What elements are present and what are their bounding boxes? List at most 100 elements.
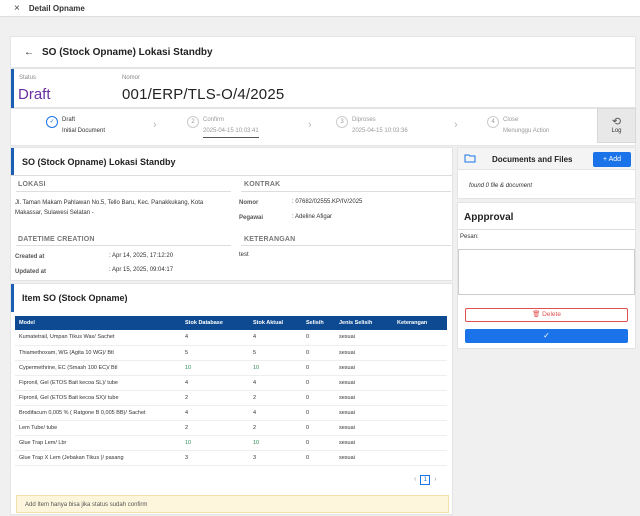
pegawai-val: : Adeline Afigar	[292, 214, 333, 220]
detail-accent-bar	[11, 148, 14, 175]
table-cell	[393, 435, 447, 451]
step-subtitle: Initial Document	[62, 128, 106, 134]
check-icon: ✓	[46, 116, 58, 128]
divider	[241, 245, 451, 246]
items-title: Item SO (Stock Opname)	[22, 293, 128, 303]
step-subtitle: 2025-04-15 10:03:36	[352, 128, 408, 134]
status-panel: Status Draft Nomor 001/ERP/TLS-O/4/2025	[10, 68, 636, 109]
status-value: Draft	[18, 86, 51, 103]
updated-val: : Apr 15, 2025, 09:04:17	[109, 267, 174, 273]
status-accent-bar	[11, 69, 14, 109]
table-cell	[393, 405, 447, 421]
table-cell	[393, 345, 447, 361]
table-row: Glue Trap Lem/ Lbr 10 10 0 sesuai	[15, 435, 447, 451]
created-key: Created at	[15, 254, 45, 260]
delete-button[interactable]: 🗑 Delete	[465, 308, 628, 322]
nomor-val: : 07682/02555.KP/IV/2025	[292, 199, 363, 205]
table-cell: Fipronil, Gel (ETOS Bait kecoa SL)/ tube	[15, 375, 181, 391]
approval-title: Appproval	[464, 212, 514, 223]
table-cell	[393, 360, 447, 376]
table-cell: 10	[249, 360, 302, 376]
table-cell: 10	[181, 360, 249, 376]
table-cell: Glue Trap X Lem (Jebakan Tikus )/ pasang	[15, 450, 181, 466]
log-button[interactable]: ⟲ Log	[597, 108, 636, 143]
table-cell: Kumatetrail, Umpan Tikus Wax/ Sachet	[15, 330, 181, 346]
table-cell: 2	[249, 390, 302, 406]
table-cell: Glue Trap Lem/ Lbr	[15, 435, 181, 451]
divider	[241, 191, 451, 192]
table-header-row: Model Stok Database Stok Aktual Selisih …	[15, 316, 447, 330]
history-icon: ⟲	[611, 116, 622, 128]
table-row: Cypermethrine, EC (Smash 100 EC)/ Btl 10 1…	[15, 360, 447, 376]
pesan-label: Pesan:	[460, 234, 479, 240]
col-header: Keterangan	[393, 316, 447, 330]
table-cell: sesuai	[335, 375, 393, 391]
table-cell: 0	[302, 435, 335, 451]
table-cell: sesuai	[335, 450, 393, 466]
col-header: Selisih	[302, 316, 335, 330]
table-cell	[393, 330, 447, 346]
col-header: Jenis Selisih	[335, 316, 393, 330]
info-note: Add Item hanya bisa jika status sudah co…	[16, 495, 449, 513]
trash-icon: 🗑	[532, 311, 541, 318]
table-cell: sesuai	[335, 345, 393, 361]
progress-steps: ✓ Draft Initial Document › 2 Confirm 202…	[10, 108, 636, 146]
table-cell: 5	[181, 345, 249, 361]
lokasi-text: Jl. Taman Makam Pahlawan No.5, Tello Bar…	[15, 200, 204, 216]
table-cell: 4	[181, 375, 249, 391]
table-cell: Lem Tube/ tube	[15, 420, 181, 436]
confirm-button[interactable]: ✓	[465, 329, 628, 343]
step-subtitle: Menunggu Action	[503, 128, 550, 134]
documents-empty-text: found 0 file & document	[469, 183, 533, 189]
next-page-icon[interactable]: ›	[434, 476, 436, 483]
add-document-button[interactable]: + Add	[593, 152, 631, 167]
updated-key: Updated at	[15, 269, 47, 275]
pesan-textarea[interactable]	[458, 249, 635, 295]
chevron-right-icon: ›	[153, 119, 157, 131]
pagination: ‹ 1 ›	[414, 475, 437, 485]
detail-title: SO (Stock Opname) Lokasi Standby	[22, 157, 176, 167]
lokasi-label: LOKASI	[18, 181, 46, 188]
table-cell: 5	[249, 345, 302, 361]
table-cell: 4	[181, 330, 249, 346]
page-title: SO (Stock Opname) Lokasi Standby	[42, 46, 213, 58]
step-title: Confirm	[203, 117, 225, 123]
step-number: 3	[336, 116, 348, 128]
page-number[interactable]: 1	[420, 475, 431, 485]
divider	[16, 191, 231, 192]
table-cell: 0	[302, 375, 335, 391]
check-icon: ✓	[543, 331, 550, 340]
nomor-key: Nomor	[239, 200, 259, 206]
table-row: Lem Tube/ tube 2 2 0 sesuai	[15, 420, 447, 436]
table-cell: sesuai	[335, 420, 393, 436]
table-row: Brodifacum 0,005 % ( Ratgone B 0,005 BB)…	[15, 405, 447, 421]
page-header: ← SO (Stock Opname) Lokasi Standby	[10, 36, 636, 68]
close-icon[interactable]: ×	[14, 3, 20, 14]
prev-page-icon[interactable]: ‹	[414, 476, 416, 483]
nomor-label: Nomor	[122, 75, 141, 81]
table-cell	[393, 420, 447, 436]
table-cell: sesuai	[335, 390, 393, 406]
step-title: Close	[503, 117, 519, 123]
keterangan-label: KETERANGAN	[244, 236, 296, 243]
step-number: 4	[487, 116, 499, 128]
delete-label: Delete	[542, 311, 561, 318]
table-cell: Fipronil, Gel (ETOS Bait kecoa SX)/ tube	[15, 390, 181, 406]
table-cell: sesuai	[335, 360, 393, 376]
created-val: : Apr 14, 2025, 17:12:20	[109, 253, 174, 259]
table-cell: sesuai	[335, 435, 393, 451]
divider	[458, 229, 635, 230]
documents-title: Documents and Files	[492, 155, 573, 164]
items-accent-bar	[11, 284, 14, 312]
back-arrow-icon[interactable]: ←	[24, 47, 34, 58]
divider	[16, 245, 231, 246]
table-cell	[393, 375, 447, 391]
table-row: Fipronil, Gel (ETOS Bait kecoa SX)/ tube…	[15, 390, 447, 406]
keterangan-val: test	[239, 252, 249, 258]
table-cell	[393, 450, 447, 466]
table-row: Glue Trap X Lem (Jebakan Tikus )/ pasang…	[15, 450, 447, 466]
table-cell: Brodifacum 0,005 % ( Ratgone B 0,005 BB)…	[15, 405, 181, 421]
status-label: Status	[19, 75, 37, 81]
table-cell: 10	[181, 435, 249, 451]
items-table: Model Stok Database Stok Aktual Selisih …	[15, 316, 447, 466]
